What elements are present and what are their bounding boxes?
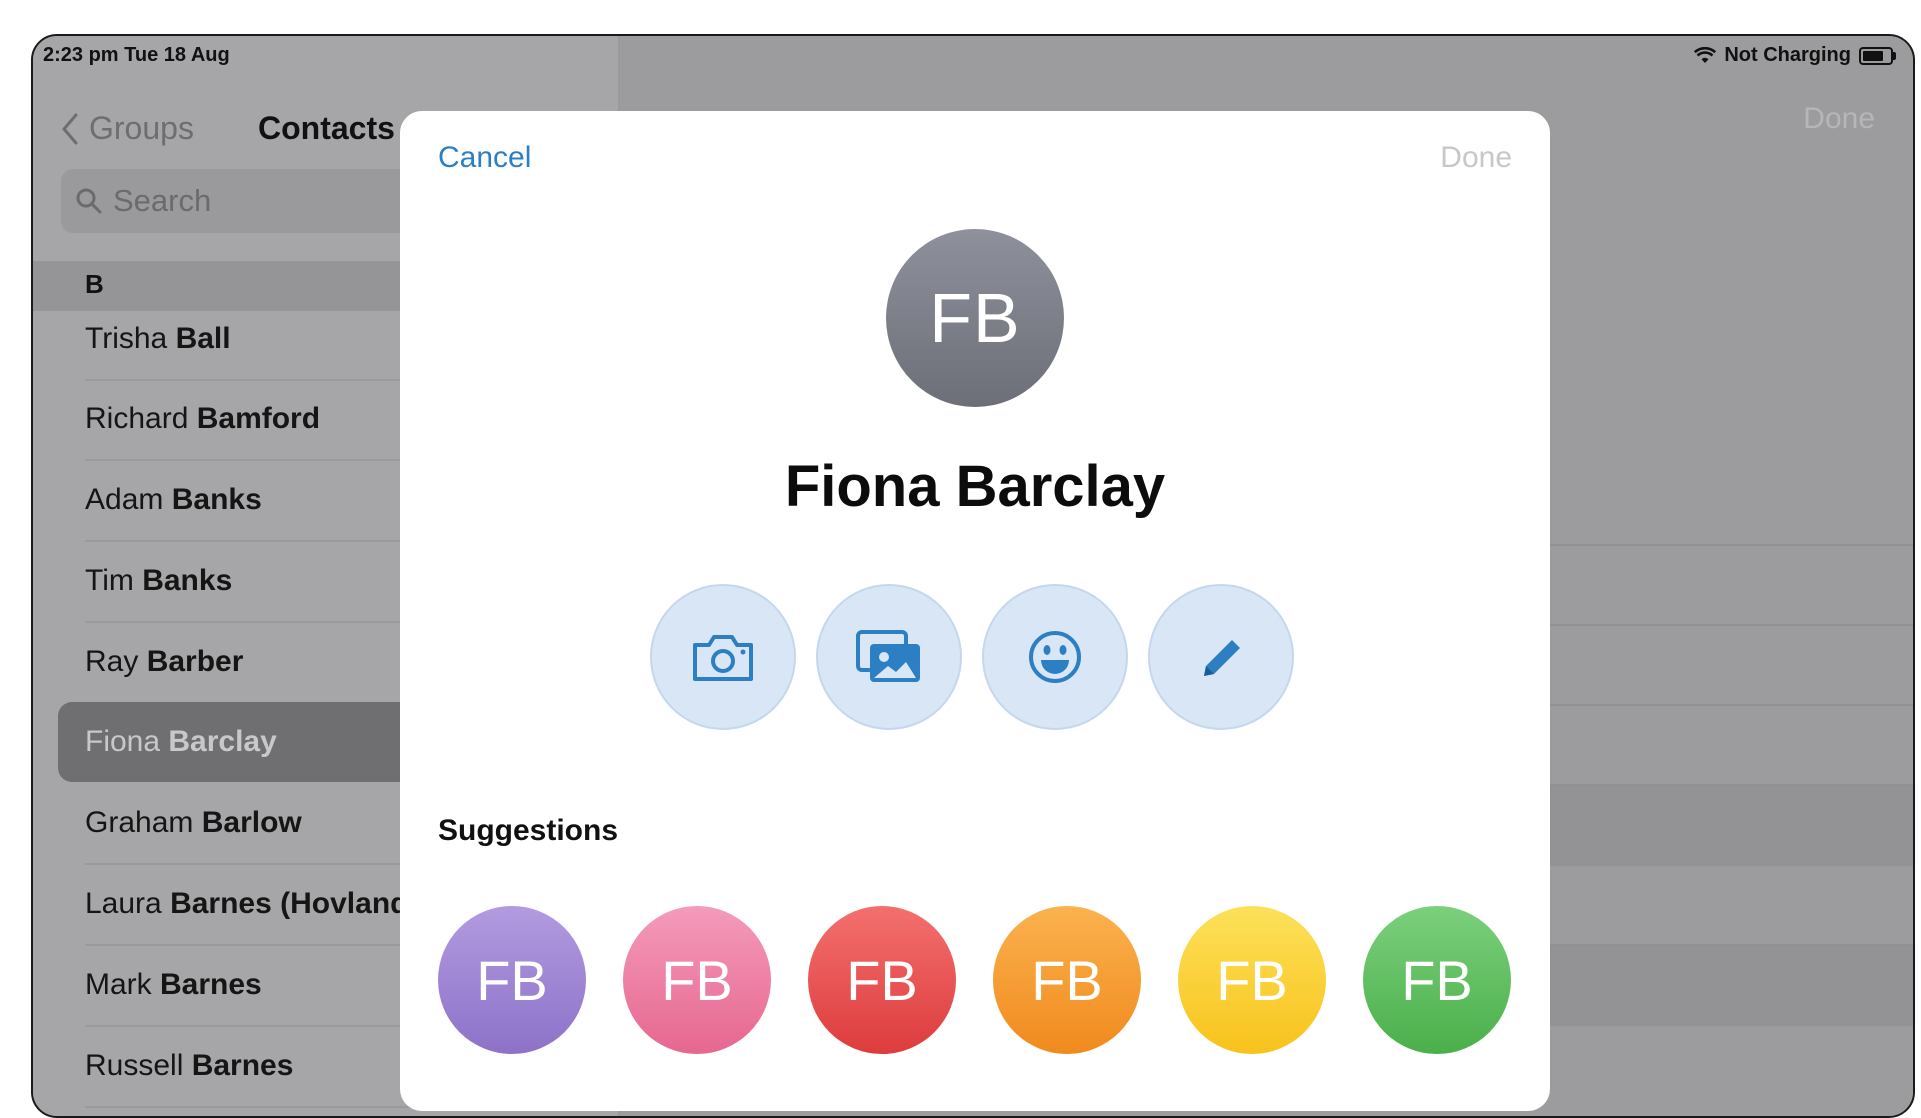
chevron-left-icon [62, 113, 78, 144]
contact-last-name: Banks [171, 483, 262, 516]
detail-done-button[interactable]: Done [1803, 102, 1875, 136]
contact-last-name: Barnes (Hovland) [170, 887, 419, 920]
camera-icon [693, 635, 753, 681]
photos-icon [856, 630, 920, 682]
contact-first-name: Russell [85, 1049, 192, 1082]
edit-photo-modal: Cancel Done FB Fiona Barclay Suggestions… [400, 111, 1550, 1111]
avatar: FB [886, 229, 1064, 407]
suggestion-avatar[interactable]: FB [1363, 906, 1511, 1054]
status-time: 2:23 pm Tue 18 Aug [43, 44, 230, 66]
edit-button[interactable] [1148, 584, 1294, 730]
search-icon [76, 188, 102, 214]
battery-icon [1859, 46, 1896, 65]
done-button[interactable]: Done [1440, 141, 1512, 175]
contact-last-name: Barber [146, 645, 244, 678]
pencil-icon [1204, 640, 1240, 676]
status-right: Not Charging [1694, 44, 1896, 67]
suggestion-avatar[interactable]: FB [623, 906, 771, 1054]
search-placeholder: Search [113, 183, 212, 218]
contact-last-name: Ball [175, 322, 231, 355]
suggestions-title: Suggestions [438, 814, 619, 847]
contact-last-name: Banks [142, 564, 233, 597]
charging-status: Not Charging [1724, 44, 1851, 66]
status-bar: 2:23 pm Tue 18 Aug Not Charging [33, 36, 1913, 72]
suggestion-avatar[interactable]: FB [993, 906, 1141, 1054]
emoji-icon [1029, 631, 1081, 683]
contact-first-name: Ray [85, 645, 147, 678]
contact-last-name: Bamford [196, 402, 321, 435]
photos-button[interactable] [816, 584, 962, 730]
back-button[interactable]: Groups [61, 110, 194, 147]
contact-name: Fiona Barclay [784, 454, 1166, 519]
wifi-icon [1694, 46, 1717, 63]
contact-last-name: Barlow [201, 806, 302, 839]
contact-last-name: Barnes [160, 968, 262, 1001]
suggestion-avatar[interactable]: FB [438, 906, 586, 1054]
back-button-label: Groups [89, 110, 194, 146]
contact-last-name: Barclay [168, 725, 277, 758]
sidebar-title: Contacts [258, 110, 395, 146]
contact-first-name: Graham [85, 806, 202, 839]
section-letter: B [85, 269, 104, 299]
contact-first-name: Laura [85, 887, 171, 920]
contact-first-name: Fiona [85, 725, 169, 758]
contact-first-name: Trisha [85, 322, 176, 355]
contact-first-name: Richard [85, 402, 197, 435]
ipad-screen: Groups Contacts Search B Trisha Ball Ric… [31, 34, 1915, 1118]
cancel-button[interactable]: Cancel [438, 141, 531, 175]
camera-button[interactable] [650, 584, 796, 730]
contact-first-name: Tim [85, 564, 143, 597]
contact-first-name: Mark [85, 968, 160, 1001]
emoji-button[interactable] [982, 584, 1128, 730]
suggestion-avatar[interactable]: FB [808, 906, 956, 1054]
contact-last-name: Barnes [191, 1049, 294, 1082]
contact-first-name: Adam [85, 483, 172, 516]
suggestion-avatar[interactable]: FB [1178, 906, 1326, 1054]
